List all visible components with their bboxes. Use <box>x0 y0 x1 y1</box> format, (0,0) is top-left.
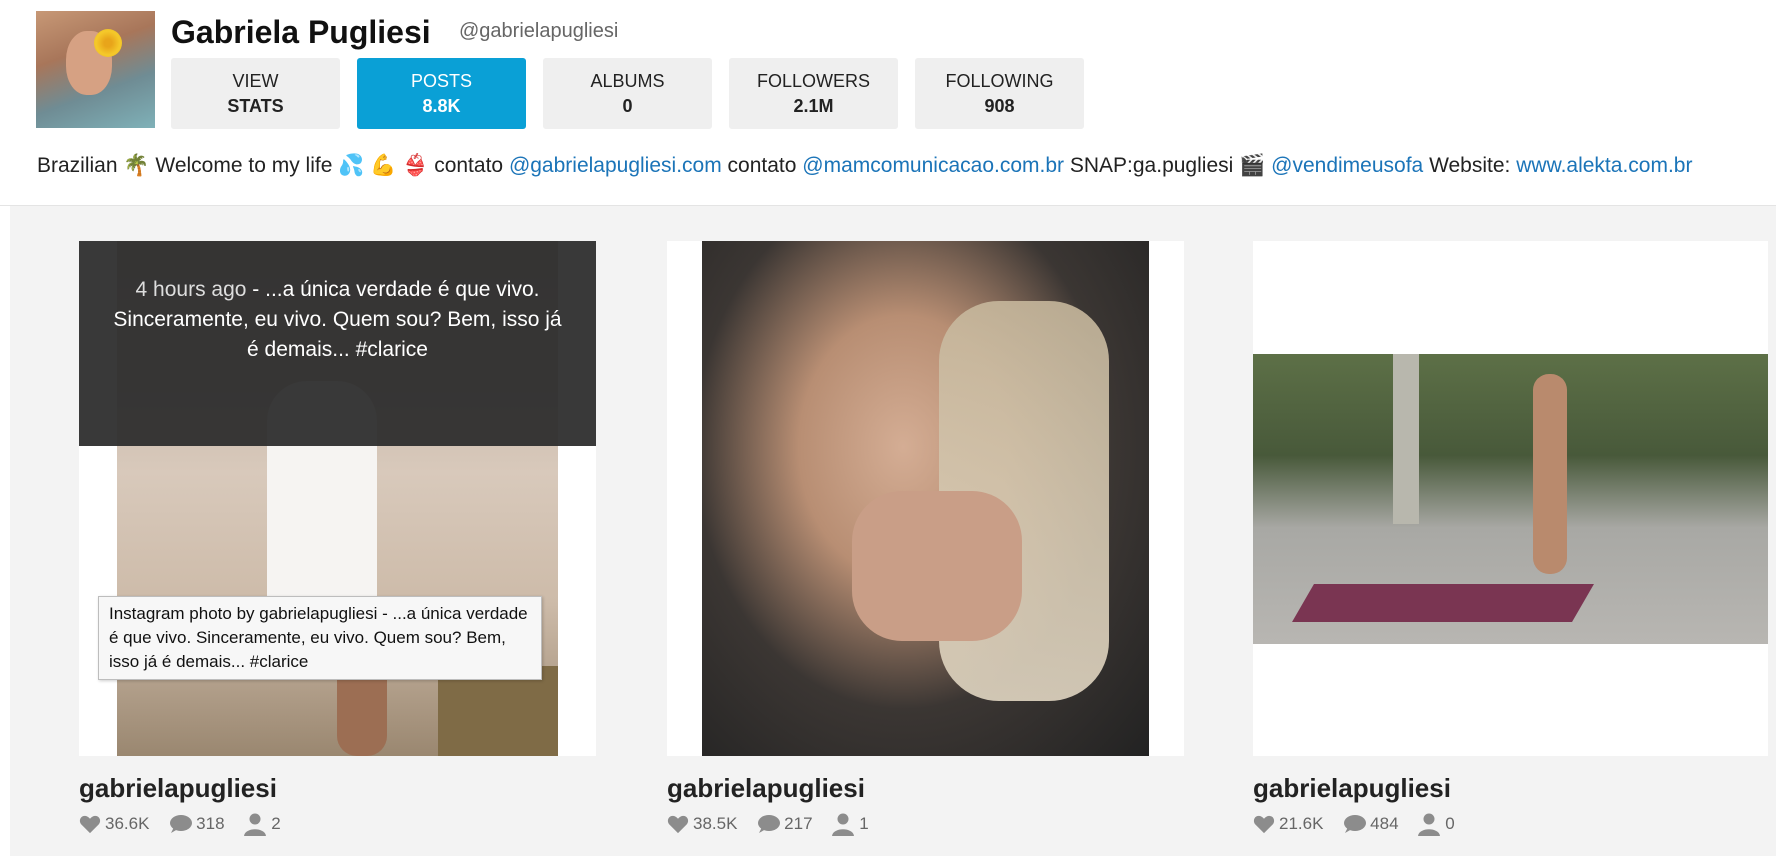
bio-text: Welcome to my life <box>155 154 333 177</box>
post-caption-overlay[interactable]: 4 hours ago - ...a única verdade é que v… <box>79 241 596 446</box>
post-metrics: 38.5K 217 1 <box>667 812 869 836</box>
posts-tab[interactable]: POSTS 8.8K <box>357 58 526 129</box>
post-author[interactable]: gabrielapugliesi <box>79 773 277 804</box>
bio-link-website[interactable]: www.alekta.com.br <box>1516 154 1692 177</box>
photo-shape <box>1292 584 1594 622</box>
following-label: FOLLOWING <box>945 71 1054 91</box>
comment-icon <box>1344 815 1367 833</box>
comments-count: 484 <box>1370 814 1399 833</box>
post-author[interactable]: gabrielapugliesi <box>1253 773 1451 804</box>
emoji-group-icon: 💦 💪 👙 <box>338 154 429 177</box>
comment-icon <box>758 815 781 833</box>
bio-link-vendimeusofa[interactable]: @vendimeusofa <box>1271 154 1423 177</box>
post-metrics: 21.6K 484 0 <box>1253 812 1455 836</box>
bio-text: Website: <box>1429 154 1511 177</box>
heart-icon <box>79 815 101 834</box>
view-stats-button[interactable]: VIEW STATS <box>171 58 340 129</box>
albums-count: 0 <box>622 96 633 116</box>
profile-handle: @gabrielapugliesi <box>459 20 619 42</box>
bio-text: contato <box>727 154 797 177</box>
person-icon <box>1418 813 1441 836</box>
likes-count: 21.6K <box>1279 814 1324 833</box>
post-author[interactable]: gabrielapugliesi <box>667 773 865 804</box>
bio-link-gabrielapugliesi[interactable]: @gabrielapugliesi.com <box>509 154 722 177</box>
bio-link-mamcomunicacao[interactable]: @mamcomunicacao.com.br <box>802 154 1064 177</box>
likes-count: 38.5K <box>693 814 738 833</box>
profile-bio: Brazilian 🌴 Welcome to my life 💦 💪 👙 con… <box>37 154 1692 178</box>
photo-shape <box>1533 374 1567 574</box>
avatar-flower <box>94 29 122 57</box>
followers-label: FOLLOWERS <box>756 71 871 91</box>
palm-tree-icon: 🌴 <box>123 154 150 177</box>
posts-count: 8.8K <box>422 96 461 116</box>
heart-icon <box>1253 815 1275 834</box>
followers-tab[interactable]: FOLLOWERS 2.1M <box>729 58 898 129</box>
bio-text: contato <box>434 154 504 177</box>
photo-shape <box>1393 354 1419 524</box>
albums-tab[interactable]: ALBUMS 0 <box>543 58 712 129</box>
profile-name: Gabriela Pugliesi <box>171 14 431 50</box>
post-card[interactable] <box>667 241 1184 756</box>
posts-label: POSTS <box>410 71 472 91</box>
people-count: 1 <box>859 814 869 833</box>
bio-text: SNAP:ga.pugliesi <box>1069 154 1234 177</box>
photo-tooltip: Instagram photo by gabrielapugliesi - ..… <box>98 596 542 680</box>
clapperboard-icon: 🎬 <box>1239 154 1266 177</box>
comment-icon <box>170 815 193 833</box>
following-count: 908 <box>984 96 1015 116</box>
people-count: 2 <box>271 814 281 833</box>
view-stats-label: VIEW <box>232 71 279 91</box>
photo-shape <box>852 491 1022 641</box>
bio-text: Brazilian <box>37 154 118 177</box>
comments-count: 217 <box>784 814 813 833</box>
albums-label: ALBUMS <box>590 71 665 91</box>
following-tab[interactable]: FOLLOWING 908 <box>915 58 1084 129</box>
person-icon <box>244 813 267 836</box>
post-metrics: 36.6K 318 2 <box>79 812 281 836</box>
post-time: 4 hours ago <box>135 278 247 301</box>
heart-icon <box>667 815 689 834</box>
likes-count: 36.6K <box>105 814 150 833</box>
comments-count: 318 <box>196 814 225 833</box>
people-count: 0 <box>1445 814 1455 833</box>
view-stats-value: STATS <box>227 96 284 116</box>
post-photo[interactable] <box>702 241 1149 756</box>
followers-count: 2.1M <box>793 96 834 116</box>
person-icon <box>832 813 855 836</box>
post-card[interactable] <box>1253 241 1768 756</box>
profile-avatar[interactable] <box>36 11 155 128</box>
post-video-thumbnail[interactable] <box>1253 354 1768 644</box>
profile-header: Gabriela Pugliesi @gabrielapugliesi VIEW… <box>0 0 1776 206</box>
